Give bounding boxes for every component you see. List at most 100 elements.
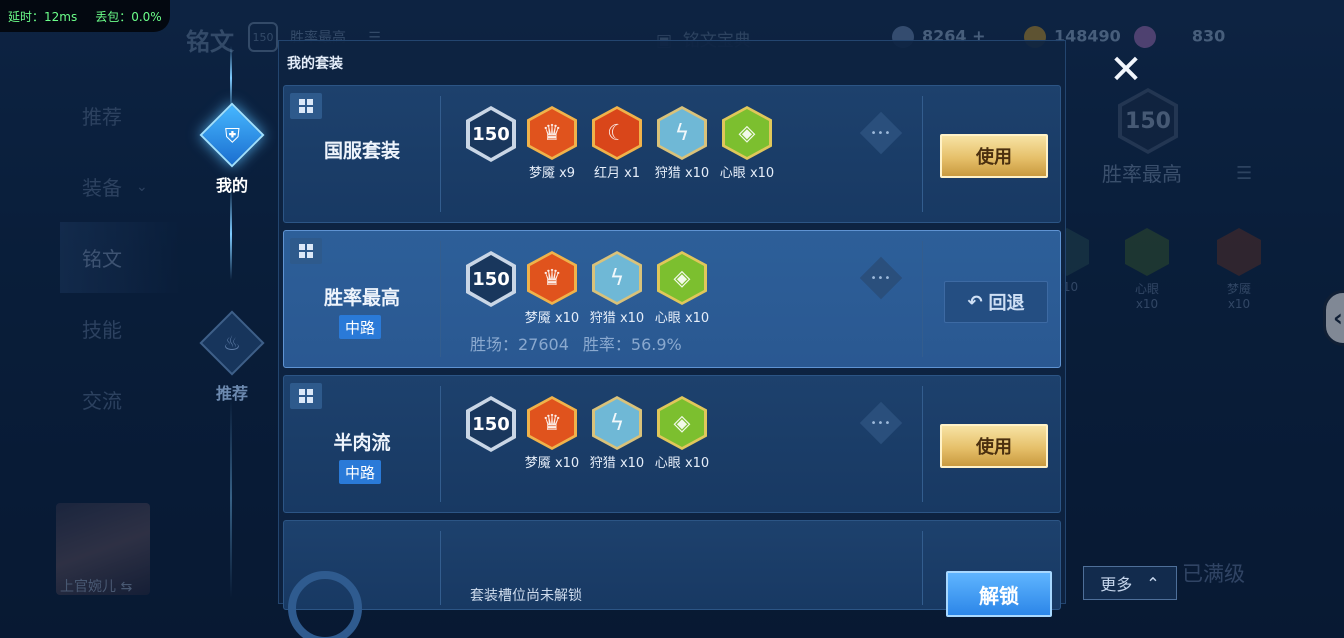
- rune-count: x1: [624, 166, 641, 181]
- games-won: 胜场：27604: [470, 335, 569, 354]
- rune-caption: 心眼 x10: [715, 162, 779, 181]
- tab-recommend[interactable]: ♨ 推荐: [199, 310, 265, 404]
- suite-card[interactable]: 胜率最高 中路 150 ♛ 梦魇 x10 ϟ 狩猎 x10 ◈ 心眼 x10 胜…: [283, 230, 1061, 368]
- rune-count: x10: [554, 311, 580, 326]
- close-button[interactable]: ✕: [1106, 50, 1146, 90]
- lane-tag: 中路: [339, 460, 381, 484]
- rune-item: ◈ 心眼 x10: [650, 251, 714, 326]
- use-button[interactable]: 使用: [940, 134, 1048, 178]
- use-button[interactable]: 使用: [940, 424, 1048, 468]
- suite-name: 半肉流: [333, 432, 391, 454]
- more-label: 更多: [1100, 575, 1133, 594]
- rune-caption: 梦魇 x9: [520, 162, 584, 181]
- lane-tag: 中路: [339, 315, 381, 339]
- hunt-rune-icon: ϟ: [657, 106, 707, 160]
- suite-level-value: 150: [472, 268, 510, 290]
- rune-item: ϟ 狩猎 x10: [585, 396, 649, 471]
- divider: [440, 531, 441, 605]
- revert-label: 回退: [988, 293, 1025, 314]
- suite-level-badge: 150: [466, 396, 516, 452]
- divider: [922, 241, 923, 357]
- mind-eye-rune-icon: ◈: [657, 396, 707, 450]
- rune-label: 狩猎: [589, 456, 616, 471]
- rail-line: [230, 46, 232, 110]
- grid-icon[interactable]: [290, 93, 322, 119]
- rune-label: 梦魇: [524, 311, 551, 326]
- divider: [440, 386, 441, 502]
- rune-label: 狩猎: [654, 166, 681, 181]
- rune-caption: 心眼 x10: [650, 452, 714, 471]
- mind-eye-rune-icon: ◈: [657, 251, 707, 305]
- divider: [922, 531, 923, 605]
- undo-icon: ↶: [967, 291, 983, 313]
- rune-caption: 狩猎 x10: [585, 307, 649, 326]
- rune-item: ♛ 梦魇 x9: [520, 106, 584, 181]
- red-moon-rune-icon: ☾: [592, 106, 642, 160]
- panel-title: 我的套装: [287, 56, 343, 72]
- rune-label: 红月: [593, 166, 620, 181]
- rune-count: x10: [554, 456, 580, 471]
- flame-icon: ♨: [199, 310, 265, 376]
- locked-suite-card: 套装槽位尚未解锁 解锁: [283, 520, 1061, 638]
- rune-label: 心眼: [654, 456, 681, 471]
- lock-ring-icon: [288, 571, 362, 638]
- rune-caption: 梦魇 x10: [520, 307, 584, 326]
- tab-mine[interactable]: ⛨ 我的: [199, 102, 265, 196]
- rune-item: ϟ 狩猎 x10: [650, 106, 714, 181]
- locked-slot-text: 套装槽位尚未解锁: [470, 588, 582, 604]
- divider: [440, 241, 441, 357]
- chevron-up-icon: ⌃: [1146, 573, 1160, 593]
- rune-count: x10: [619, 311, 645, 326]
- rune-label: 狩猎: [589, 311, 616, 326]
- nightmare-rune-icon: ♛: [527, 251, 577, 305]
- grid-icon[interactable]: [290, 238, 322, 264]
- rune-label: 心眼: [654, 311, 681, 326]
- rune-item: ♛ 梦魇 x10: [520, 396, 584, 471]
- grid-icon[interactable]: [290, 383, 322, 409]
- armor-icon: ⛨: [199, 102, 265, 168]
- network-stats: 延时：12ms 丢包：0.0%: [0, 0, 170, 32]
- rune-count: x10: [684, 311, 710, 326]
- close-icon: ✕: [1109, 47, 1143, 93]
- more-button[interactable]: 更多 ⌃: [1083, 566, 1177, 600]
- more-options-icon[interactable]: [859, 111, 903, 155]
- nightmare-rune-icon: ♛: [527, 106, 577, 160]
- rune-count: x10: [749, 166, 775, 181]
- rail-line: [230, 188, 232, 280]
- rune-label: 心眼: [719, 166, 746, 181]
- rune-label: 梦魇: [528, 166, 555, 181]
- rune-item: ☾ 红月 x1: [585, 106, 649, 181]
- rune-caption: 心眼 x10: [650, 307, 714, 326]
- win-rate: 胜率：56.9%: [582, 335, 682, 354]
- rune-caption: 梦魇 x10: [520, 452, 584, 471]
- tab-mine-label: 我的: [215, 176, 248, 195]
- more-options-icon[interactable]: [859, 256, 903, 300]
- suite-card[interactable]: 国服套装 150 ♛ 梦魇 x9 ☾ 红月 x1 ϟ 狩猎 x10 ◈ 心眼 x…: [283, 85, 1061, 223]
- rune-count: x10: [684, 456, 710, 471]
- rune-caption: 红月 x1: [585, 162, 649, 181]
- suite-name: 国服套装: [323, 140, 400, 162]
- rune-item: ◈ 心眼 x10: [715, 106, 779, 181]
- suite-card[interactable]: 半肉流 中路 150 ♛ 梦魇 x10 ϟ 狩猎 x10 ◈ 心眼 x10 使用: [283, 375, 1061, 513]
- latency-readout: 延时：12ms: [8, 9, 78, 24]
- hunt-rune-icon: ϟ: [592, 396, 642, 450]
- packet-loss-readout: 丢包：0.0%: [95, 9, 162, 24]
- mind-eye-rune-icon: ◈: [722, 106, 772, 160]
- suite-panel: 我的套装 国服套装 150 ♛ 梦魇 x9 ☾ 红月 x1 ϟ 狩猎 x10 ◈…: [278, 40, 1066, 638]
- rune-count: x9: [559, 166, 576, 181]
- revert-button[interactable]: ↶ 回退: [944, 281, 1048, 323]
- unlock-button[interactable]: 解锁: [946, 571, 1052, 617]
- rune-caption: 狩猎 x10: [585, 452, 649, 471]
- rune-item: ♛ 梦魇 x10: [520, 251, 584, 326]
- rune-count: x10: [684, 166, 710, 181]
- suite-level-value: 150: [472, 413, 510, 435]
- rune-item: ◈ 心眼 x10: [650, 396, 714, 471]
- suite-level-badge: 150: [466, 251, 516, 307]
- rail-line: [230, 398, 232, 598]
- more-options-icon[interactable]: [859, 401, 903, 445]
- rune-label: 梦魇: [524, 456, 551, 471]
- tab-recommend-label: 推荐: [215, 384, 248, 403]
- suite-level-badge: 150: [466, 106, 516, 162]
- hunt-rune-icon: ϟ: [592, 251, 642, 305]
- suite-level-value: 150: [472, 123, 510, 145]
